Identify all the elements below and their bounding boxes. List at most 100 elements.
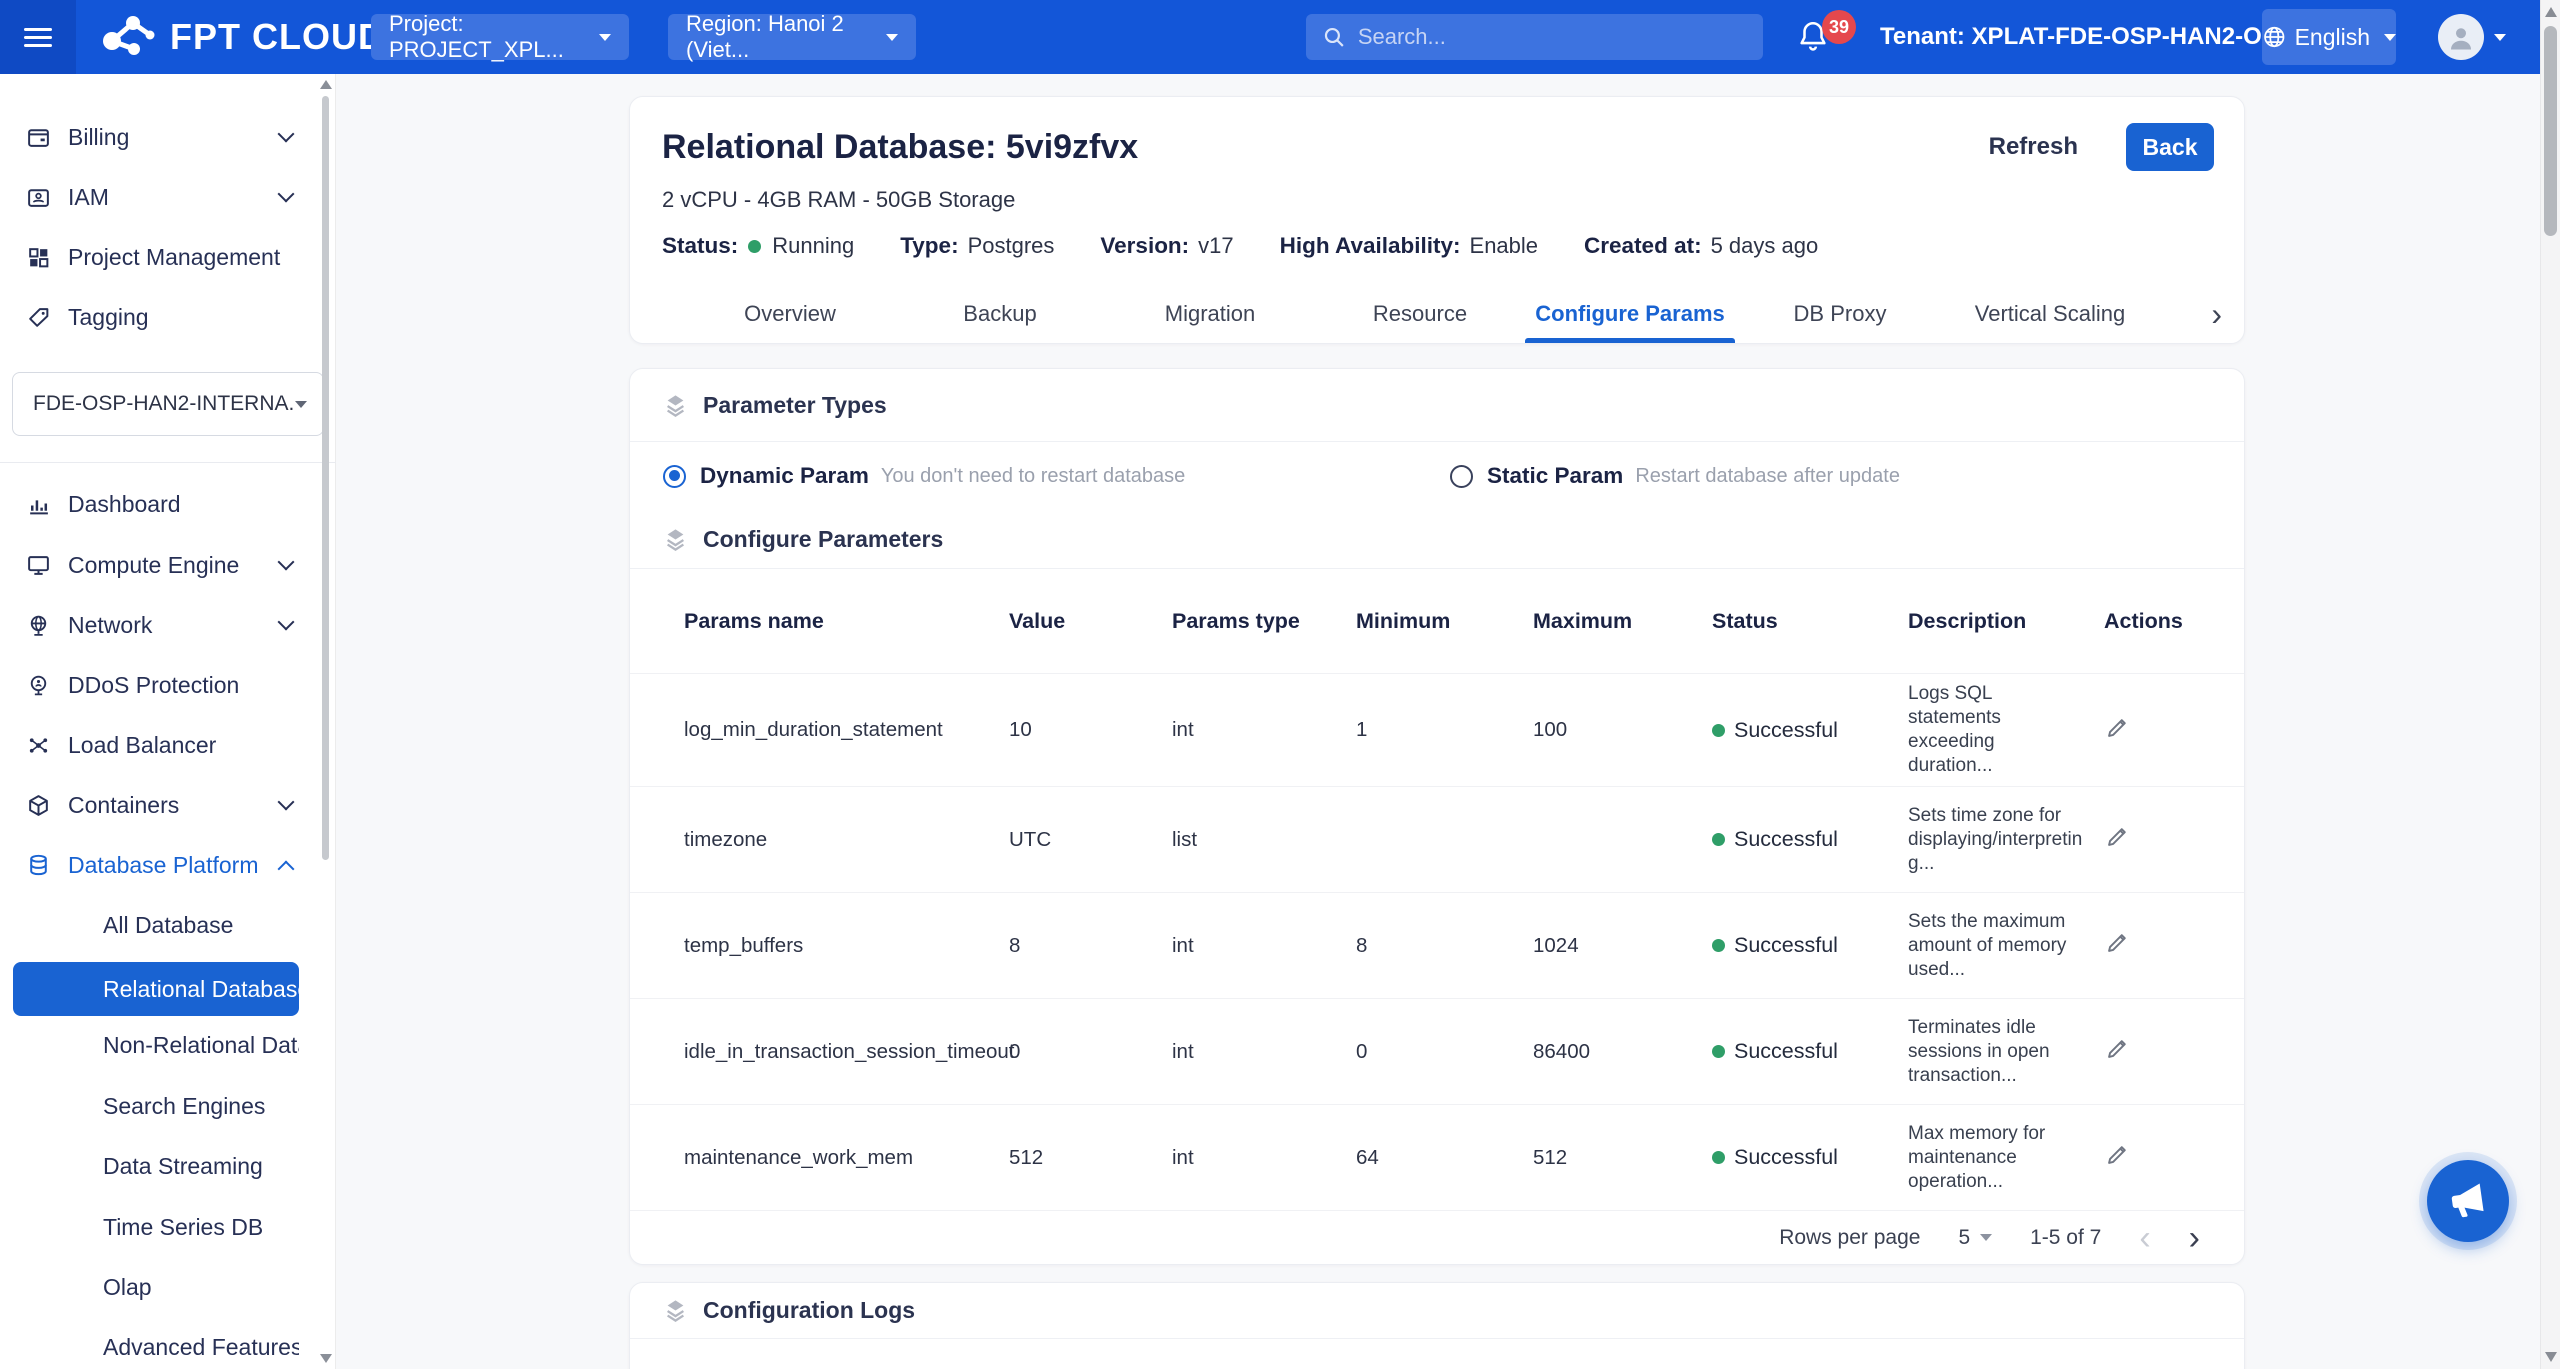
sidebar-item-compute-engine[interactable]: Compute Engine	[0, 535, 318, 595]
sidebar-item-database-platform[interactable]: Database Platform	[0, 835, 318, 895]
param-max: 512	[1533, 1146, 1712, 1170]
scroll-down-arrow-icon[interactable]	[2545, 1352, 2557, 1362]
sidebar-subitem-relational-database[interactable]: Relational Database	[13, 962, 299, 1016]
page-size-select[interactable]: 5	[1958, 1226, 1992, 1250]
param-type: int	[1172, 1146, 1356, 1170]
project-selector[interactable]: Project: PROJECT_XPL...	[371, 14, 629, 60]
status-running-dot	[748, 240, 761, 253]
sidebar-subitem-search-engines[interactable]: Search Engines	[13, 1079, 299, 1133]
notification-count-badge: 39	[1822, 10, 1856, 44]
status-dot	[1712, 833, 1725, 846]
sidebar-item-load-balancer[interactable]: Load Balancer	[0, 715, 318, 775]
status-item: High Availability:Enable	[1280, 233, 1538, 259]
previous-page-button[interactable]: ‹	[2139, 1221, 2150, 1255]
param-description: Terminates idle sessions in open transac…	[1908, 1016, 2098, 1088]
layers-icon	[662, 526, 689, 553]
radio-static-param[interactable]: Static Param Restart database after upda…	[1450, 463, 2244, 489]
pencil-icon	[2104, 823, 2131, 850]
bar-chart-icon	[26, 492, 51, 517]
tabs-more-chevron-icon[interactable]: ›	[2211, 298, 2222, 330]
status-badge: Successful	[1734, 1145, 1838, 1170]
tab-configure-params[interactable]: Configure Params	[1525, 301, 1735, 327]
sidebar-scrollbar[interactable]	[319, 74, 333, 1369]
back-button[interactable]: Back	[2126, 123, 2214, 171]
sidebar-item-label: Load Balancer	[68, 732, 318, 759]
configure-parameters-header: Configure Parameters	[630, 510, 2244, 569]
sidebar-item-billing[interactable]: Billing	[0, 107, 318, 167]
configure-params-card: Parameter Types Dynamic Param You don't …	[629, 368, 2245, 1265]
sidebar-item-project-management[interactable]: Project Management	[0, 227, 318, 287]
sidebar-subitem-all-database[interactable]: All Database	[13, 898, 299, 952]
sidebar-item-ddos-protection[interactable]: DDoS Protection	[0, 655, 318, 715]
sidebar-item-containers[interactable]: Containers	[0, 775, 318, 835]
refresh-button[interactable]: Refresh	[1989, 133, 2078, 161]
language-selector[interactable]: English	[2262, 9, 2396, 65]
chevron-down-icon	[886, 34, 898, 41]
table-pagination: Rows per page 5 1-5 of 7 ‹ ›	[630, 1211, 2244, 1264]
region-selector-label: Region: Hanoi 2 (Viet...	[686, 11, 886, 63]
param-name: maintenance_work_mem	[684, 1146, 1009, 1170]
sidebar-subitem-non-relational-database[interactable]: Non-Relational Database	[13, 1018, 299, 1072]
tenant-selector[interactable]: Tenant: XPLAT-FDE-OSP-HAN2-ORG	[1880, 0, 2324, 74]
chevron-down-icon	[2494, 34, 2506, 41]
sidebar-subitem-time-series-db[interactable]: Time Series DB	[13, 1200, 299, 1254]
configuration-logs-card: Configuration Logs	[629, 1282, 2245, 1369]
edit-param-button[interactable]	[2104, 1035, 2131, 1065]
chevron-up-icon	[278, 861, 295, 878]
table-row: maintenance_work_mem 512 int 64 512 Succ…	[630, 1105, 2244, 1211]
next-page-button[interactable]: ›	[2189, 1221, 2200, 1255]
feedback-fab-button[interactable]	[2427, 1160, 2509, 1242]
notifications-button[interactable]: 39	[1796, 18, 1844, 62]
scroll-down-arrow-icon[interactable]	[320, 1354, 332, 1363]
sidebar-subitem-label: Olap	[103, 1274, 152, 1301]
active-tab-underline	[1525, 338, 1735, 343]
section-title: Configure Parameters	[703, 526, 943, 553]
param-value: 8	[1009, 934, 1172, 958]
param-name: idle_in_transaction_session_timeout	[684, 1040, 1009, 1064]
sidebar-item-dashboard[interactable]: Dashboard	[0, 474, 318, 534]
tab-backup[interactable]: Backup	[895, 301, 1105, 327]
region-selector[interactable]: Region: Hanoi 2 (Viet...	[668, 14, 916, 60]
page-scrollbar[interactable]	[2540, 0, 2560, 1369]
edit-param-button[interactable]	[2104, 823, 2131, 853]
sidebar-item-tagging[interactable]: Tagging	[0, 287, 318, 347]
col-status: Status	[1712, 609, 1908, 634]
edit-param-button[interactable]	[2104, 714, 2131, 744]
sidebar-subitem-data-streaming[interactable]: Data Streaming	[13, 1139, 299, 1193]
database-status-row: Status:Running Type:Postgres Version:v17…	[630, 213, 2244, 259]
fpt-molecule-icon	[100, 15, 158, 59]
page-scrollbar-thumb[interactable]	[2544, 26, 2557, 236]
tab-migration[interactable]: Migration	[1105, 301, 1315, 327]
scroll-up-arrow-icon[interactable]	[320, 80, 332, 89]
status-dot	[1712, 724, 1725, 737]
col-maximum: Maximum	[1533, 609, 1712, 634]
brand-logo[interactable]: FPT CLOUD	[100, 0, 385, 74]
hamburger-menu-button[interactable]	[0, 0, 76, 74]
sidebar-divider	[0, 462, 336, 463]
radio-dynamic-param[interactable]: Dynamic Param You don't need to restart …	[663, 463, 1450, 489]
sidebar-item-network[interactable]: Network	[0, 595, 318, 655]
search-input[interactable]	[1358, 24, 1747, 50]
sidebar-subitem-advanced-features[interactable]: Advanced Features	[13, 1320, 299, 1369]
param-min: 8	[1356, 934, 1533, 958]
top-navbar: FPT CLOUD Project: PROJECT_XPL... Region…	[0, 0, 2540, 74]
avatar	[2438, 14, 2484, 60]
edit-param-button[interactable]	[2104, 1141, 2131, 1171]
sidebar-subitem-olap[interactable]: Olap	[13, 1260, 299, 1314]
sidebar-item-iam[interactable]: IAM	[0, 167, 318, 227]
tab-overview[interactable]: Overview	[685, 301, 895, 327]
chevron-down-icon	[2384, 34, 2396, 41]
chevron-down-icon	[278, 186, 295, 203]
tab-resource[interactable]: Resource	[1315, 301, 1525, 327]
workspace-select[interactable]: FDE-OSP-HAN2-INTERNA...	[12, 372, 324, 436]
col-minimum: Minimum	[1356, 609, 1533, 634]
tab-db-proxy[interactable]: DB Proxy	[1735, 301, 1945, 327]
rows-per-page-label: Rows per page	[1779, 1226, 1920, 1250]
sidebar-scrollbar-thumb[interactable]	[322, 96, 329, 860]
edit-param-button[interactable]	[2104, 929, 2131, 959]
user-menu[interactable]	[2438, 14, 2506, 60]
chevron-down-icon	[1980, 1234, 1992, 1241]
scroll-up-arrow-icon[interactable]	[2545, 7, 2557, 17]
tab-vertical-scaling[interactable]: Vertical Scaling	[1945, 301, 2155, 327]
pencil-icon	[2104, 929, 2131, 956]
